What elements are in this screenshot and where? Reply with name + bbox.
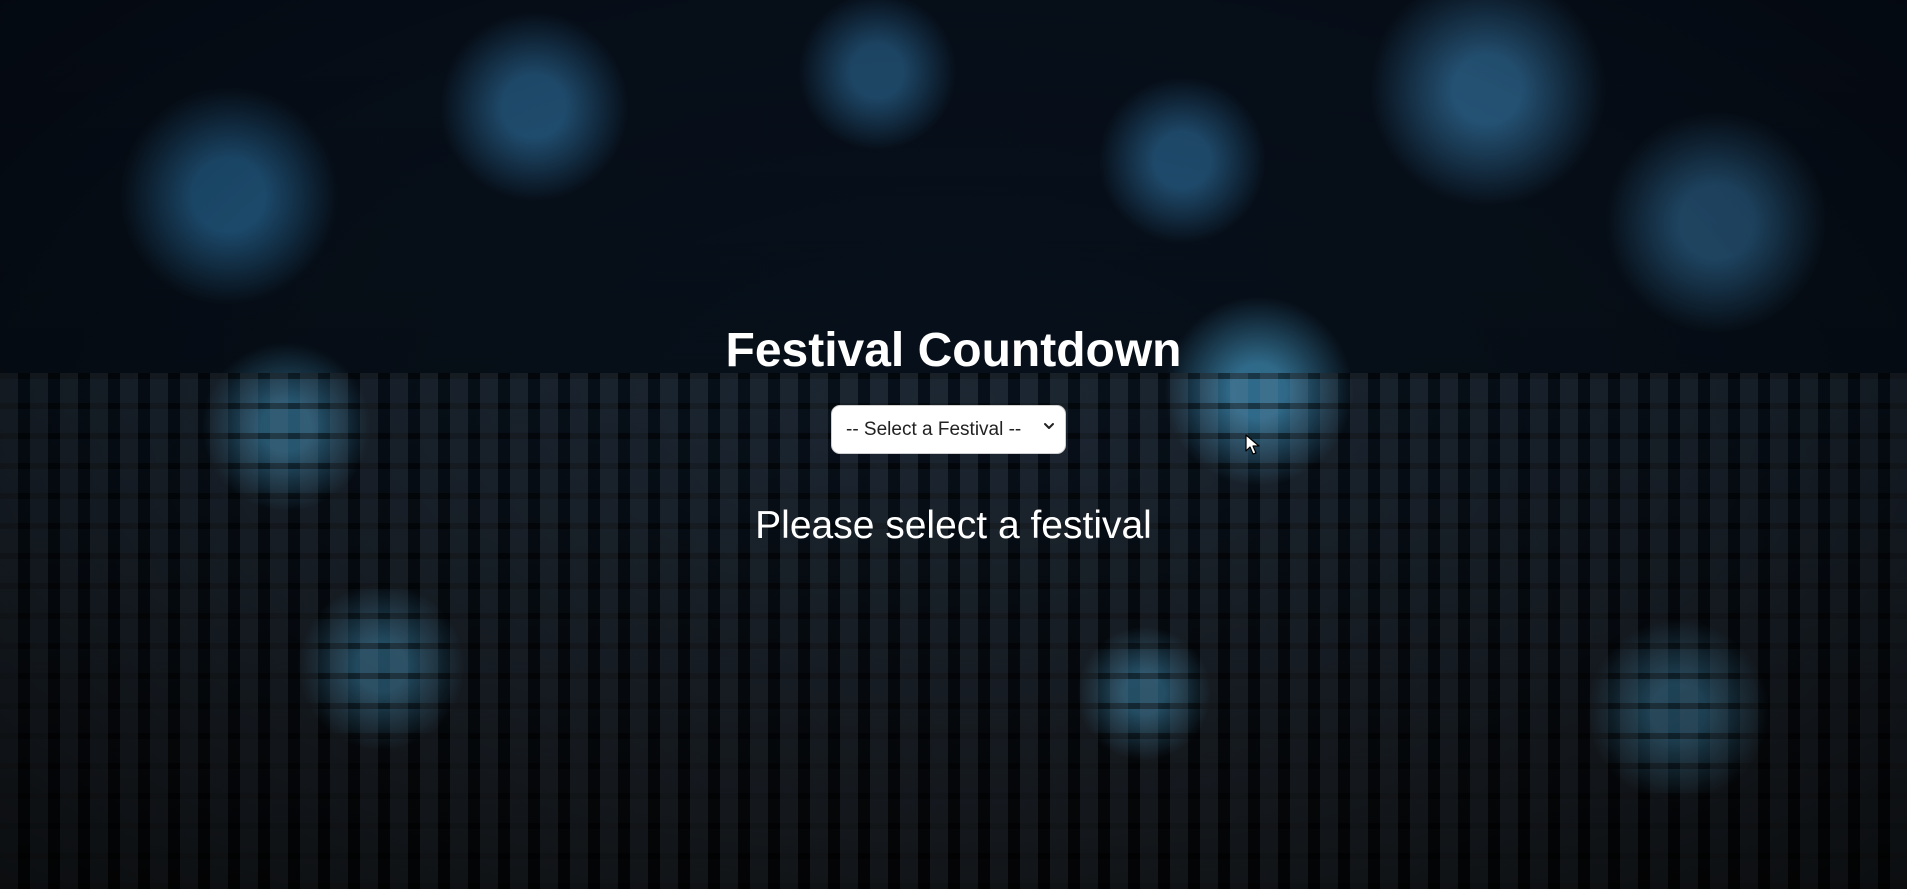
- status-message: Please select a festival: [755, 504, 1152, 547]
- festival-select[interactable]: -- Select a Festival --: [831, 405, 1066, 454]
- main-content: Festival Countdown -- Select a Festival …: [0, 0, 1907, 889]
- page-title: Festival Countdown: [725, 324, 1182, 377]
- mouse-cursor-icon: [1245, 434, 1260, 455]
- page-root: Festival Countdown -- Select a Festival …: [0, 0, 1907, 889]
- festival-select-container: -- Select a Festival --: [831, 405, 1066, 454]
